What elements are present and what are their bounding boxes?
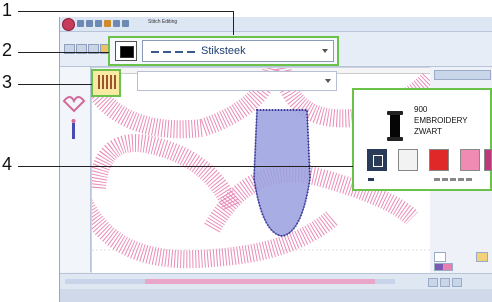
thread-spool-icon — [387, 111, 403, 141]
title-bar: Stitch Editing — [60, 17, 492, 32]
line-color-button[interactable] — [115, 41, 137, 61]
leader-line-1 — [18, 11, 234, 12]
thread-swatch[interactable] — [367, 149, 387, 171]
callout-4: 4 — [2, 154, 13, 174]
line-sort-selector-zoom: Stiksteek — [108, 36, 339, 66]
line-style-dash — [175, 51, 183, 53]
swatch-indicator — [434, 178, 440, 181]
quick-access-icon[interactable] — [104, 20, 111, 27]
callout-1: 1 — [2, 0, 13, 20]
callout-2: 2 — [2, 40, 13, 60]
chevron-down-icon[interactable] — [322, 49, 328, 53]
thread-swatch[interactable] — [460, 149, 480, 171]
line-style-dash — [151, 51, 159, 53]
quick-access-icon[interactable] — [86, 20, 93, 27]
stitch-icon — [110, 75, 112, 89]
forward-icon[interactable] — [440, 278, 450, 287]
thread-swatch[interactable] — [429, 149, 449, 171]
swatch-indicator — [466, 178, 472, 181]
thread-color-name: ZWART — [414, 127, 442, 136]
line-style-dash — [187, 51, 195, 53]
line-style-dash — [163, 51, 171, 53]
window-title: Stitch Editing — [148, 19, 178, 25]
quick-access-icon[interactable] — [95, 20, 102, 27]
status-bar — [60, 289, 492, 302]
region-sort-dropdown[interactable] — [137, 71, 337, 91]
left-panel — [60, 67, 91, 272]
stitch-icon — [98, 75, 100, 89]
panel-item[interactable] — [434, 252, 446, 262]
quick-access-icon[interactable] — [122, 20, 129, 27]
thread-brand: EMBROIDERY — [414, 116, 468, 125]
stitch-icon — [102, 75, 104, 89]
line-sort-label: Stiksteek — [201, 45, 246, 57]
panel-toolbar[interactable] — [434, 70, 491, 80]
application-menu-button[interactable] — [62, 18, 75, 31]
playback-bar — [60, 273, 492, 290]
swatch-indicator — [442, 178, 448, 181]
line-color-swatch — [120, 46, 134, 58]
callout-3: 3 — [2, 72, 13, 92]
quick-access-icon[interactable] — [113, 20, 120, 27]
leader-line-3 — [18, 84, 92, 85]
quick-access-icon[interactable] — [77, 20, 84, 27]
thread-swatch[interactable] — [484, 149, 492, 171]
swatch-indicator — [368, 178, 374, 181]
thread-swatch[interactable] — [398, 149, 418, 171]
stitch-icon — [114, 75, 116, 89]
stop-icon[interactable] — [452, 278, 462, 287]
thread-color-panel: 900 EMBROIDERY ZWART — [352, 88, 492, 191]
shape-icon[interactable] — [60, 89, 90, 149]
scrollbar-thumb[interactable] — [145, 279, 375, 284]
panel-item[interactable] — [476, 252, 488, 262]
leader-line-4 — [18, 166, 353, 167]
chevron-down-icon[interactable] — [325, 79, 331, 83]
line-sort-dropdown[interactable]: Stiksteek — [142, 40, 334, 62]
stitch-icon — [106, 75, 108, 89]
play-icon[interactable] — [428, 278, 438, 287]
swatch-indicator — [450, 178, 456, 181]
stitch-type-button[interactable] — [91, 69, 121, 97]
swatch-indicator — [458, 178, 464, 181]
leader-line-1 — [233, 11, 234, 35]
panel-item[interactable] — [443, 263, 453, 271]
leader-line-2 — [18, 52, 109, 53]
thread-number: 900 — [414, 105, 428, 114]
